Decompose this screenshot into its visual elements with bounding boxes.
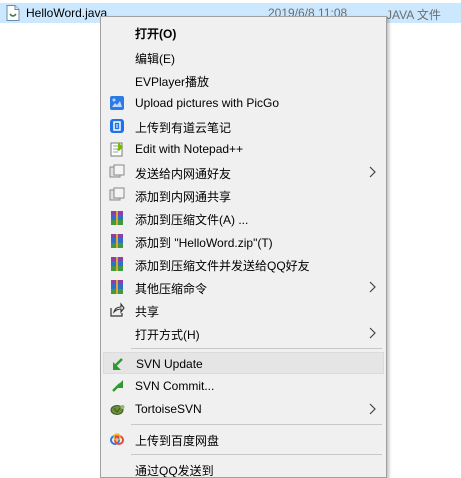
menu-item-label: 打开方式(H) [135,328,200,342]
menu-item-send-qq[interactable]: 通过QQ发送到 [103,458,384,478]
youdao-note-icon [109,118,125,134]
menu-item-svn-update[interactable]: SVN Update [103,352,384,374]
menu-item-notepad[interactable]: Edit with Notepad++ [103,138,384,160]
share-icon [109,302,125,318]
menu-item-picgo[interactable]: Upload pictures with PicGo [103,92,384,114]
winrar-icon [109,256,125,272]
menu-item-label: 发送给内网通好友 [135,167,232,181]
chevron-right-icon [367,280,377,294]
chevron-right-icon [367,326,377,340]
notepad-plus-plus-icon [109,141,125,157]
menu-separator [131,424,382,425]
chevron-right-icon [367,165,377,179]
file-name: HelloWord.java [26,6,108,20]
menu-item-label: Edit with Notepad++ [135,142,244,156]
menu-item-tortoisesvn[interactable]: TortoiseSVN [103,398,384,420]
menu-item-youdao[interactable]: 上传到有道云笔记 [103,115,384,137]
menu-item-open-with[interactable]: 打开方式(H) [103,322,384,344]
menu-item-label: SVN Commit... [135,379,215,393]
menu-item-label: EVPlayer播放 [135,75,210,89]
menu-item-share[interactable]: 共享 [103,299,384,321]
menu-item-label: 添加到压缩文件并发送给QQ好友 [135,259,310,273]
neiwangtong-icon [109,164,125,180]
file-type: JAVA 文件 [386,8,441,22]
menu-item-svn-commit[interactable]: SVN Commit... [103,375,384,397]
baidu-netdisk-icon [109,431,125,447]
menu-item-send-neiwangtong[interactable]: 发送给内网通好友 [103,161,384,183]
menu-item-baidu-netdisk[interactable]: 上传到百度网盘 [103,428,384,450]
svn-update-icon [110,356,126,372]
menu-item-label: 通过QQ发送到 [135,464,214,478]
menu-item-open[interactable]: 打开(O) [103,21,384,43]
menu-item-other-compress[interactable]: 其他压缩命令 [103,276,384,298]
winrar-icon [109,279,125,295]
winrar-icon [109,233,125,249]
menu-item-add-archive[interactable]: 添加到压缩文件(A) ... [103,207,384,229]
menu-item-edit[interactable]: 编辑(E) [103,46,384,68]
menu-item-label: 上传到百度网盘 [135,434,220,448]
menu-item-label: 添加到内网通共享 [135,190,232,204]
menu-item-evplayer[interactable]: EVPlayer播放 [103,69,384,91]
menu-item-label: 其他压缩命令 [135,282,208,296]
menu-item-label: 上传到有道云笔记 [135,121,232,135]
picgo-icon [109,95,125,111]
context-menu: 打开(O) 编辑(E) EVPlayer播放 Upload pictures w… [100,16,387,478]
menu-item-label: Upload pictures with PicGo [135,96,280,110]
menu-item-label: 打开(O) [135,27,177,41]
menu-item-label: 编辑(E) [135,52,175,66]
menu-separator [131,454,382,455]
menu-item-label: 添加到压缩文件(A) ... [135,213,249,227]
chevron-right-icon [367,402,377,416]
menu-item-label: TortoiseSVN [135,402,202,416]
svn-commit-icon [109,378,125,394]
menu-item-share-neiwangtong[interactable]: 添加到内网通共享 [103,184,384,206]
java-file-icon [6,5,20,21]
menu-item-label: SVN Update [136,357,203,371]
menu-item-add-zip[interactable]: 添加到 "HelloWord.zip"(T) [103,230,384,252]
neiwangtong-icon [109,187,125,203]
menu-item-add-archive-qq[interactable]: 添加到压缩文件并发送给QQ好友 [103,253,384,275]
menu-separator [131,348,382,349]
menu-item-label: 共享 [135,305,160,319]
menu-item-label: 添加到 "HelloWord.zip"(T) [135,236,273,250]
tortoisesvn-icon [109,401,125,417]
winrar-icon [109,210,125,226]
